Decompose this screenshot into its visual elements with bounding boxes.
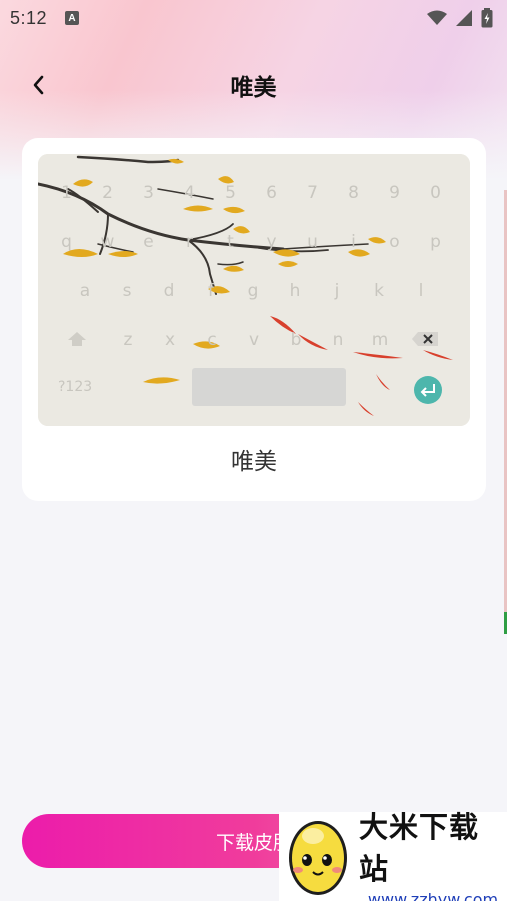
keyboard-row-3: a s d f g h j k l (79, 281, 424, 301)
signal-icon (456, 10, 472, 26)
page-title: 唯美 (230, 74, 277, 100)
symbols-key: ?123 (58, 379, 93, 395)
chevron-left-icon (33, 75, 44, 95)
skin-name: 唯美 (231, 448, 277, 474)
status-bar: 5:12 A (0, 0, 507, 36)
status-time: 5:12 (10, 7, 48, 28)
status-icons (427, 8, 493, 28)
keyboard-row-1: 1 2 3 4 5 6 7 8 9 0 (61, 183, 441, 203)
skin-card: 1 2 3 4 5 6 7 8 9 0 q w e r t y u i o p … (22, 138, 486, 501)
site-watermark: 大米下载站 www.zzhyw.com (279, 812, 507, 901)
keyboard-skin-preview[interactable]: 1 2 3 4 5 6 7 8 9 0 q w e r t y u i o p … (38, 154, 470, 426)
battery-charging-icon (481, 8, 493, 28)
watermark-text: 大米下载站 www.zzhyw.com (359, 804, 507, 901)
text-a-icon: A (65, 11, 80, 25)
back-button[interactable] (26, 72, 52, 98)
wifi-icon (427, 10, 447, 25)
keyboard-row-2: q w e r t y u i o p (61, 232, 441, 252)
egg-mascot-icon (289, 821, 347, 895)
watermark-title: 大米下载站 (359, 812, 480, 886)
keyboard-row-5: ?123 (38, 379, 470, 395)
app-header: 唯美 (0, 60, 507, 110)
keyboard-row-4: z x c v b n m (123, 330, 389, 350)
watermark-url: www.zzhyw.com (367, 890, 499, 901)
